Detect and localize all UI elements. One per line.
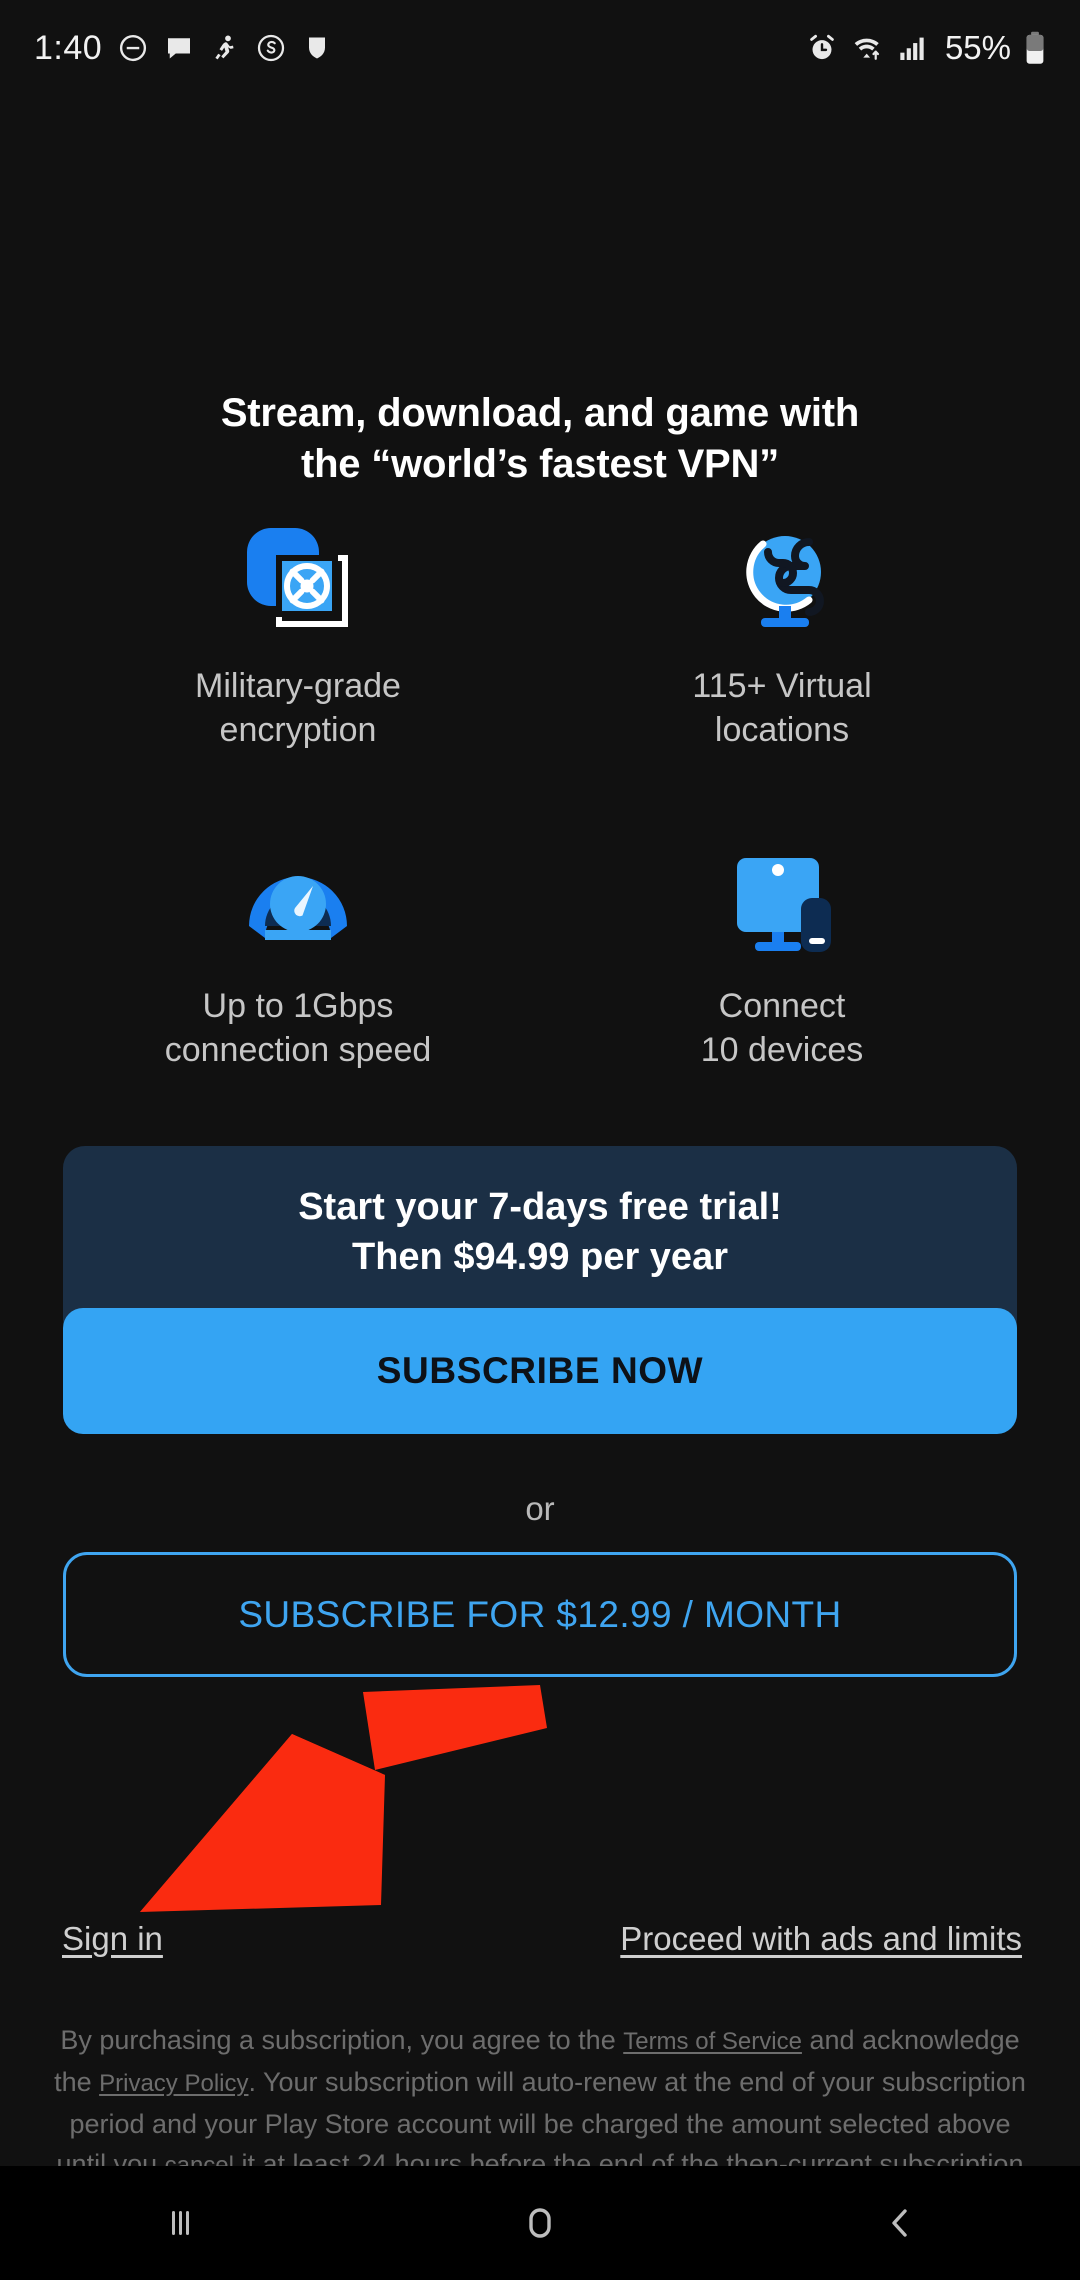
trial-offer-text: Start your 7-days free trial! Then $94.9… (0, 1182, 1080, 1282)
page-headline: Stream, download, and game with the “wor… (0, 388, 1080, 490)
s-circle-icon (256, 33, 286, 63)
message-bubble-icon (164, 33, 194, 63)
feature-label-line-1: Connect (718, 987, 846, 1025)
feature-speed-label: Up to 1Gbps connection speed (165, 984, 432, 1072)
sign-in-link[interactable]: Sign in (62, 1920, 163, 1958)
status-bar: 1:40 55% (0, 0, 1080, 96)
globe-locations-icon (712, 520, 852, 642)
alarm-icon (806, 32, 838, 64)
subscribe-now-button[interactable]: SUBSCRIBE NOW (63, 1308, 1017, 1434)
legal-part-1: By purchasing a subscription, you agree … (60, 2025, 624, 2055)
feature-label-line-2: locations (714, 711, 850, 749)
or-divider-label: or (525, 1490, 555, 1527)
feature-devices: Connect 10 devices (540, 840, 1024, 1072)
feature-locations-label: 115+ Virtual locations (692, 664, 871, 752)
feature-label-line-1: 115+ Virtual (692, 667, 872, 705)
wifi-icon (851, 32, 885, 64)
feature-label-line-2: 10 devices (700, 1031, 864, 1069)
headline-line-2: the “world’s fastest VPN” (300, 442, 780, 486)
cancel-link[interactable]: cancel (165, 2152, 234, 2166)
privacy-policy-link[interactable]: Privacy Policy (99, 2070, 248, 2097)
subscribe-monthly-button[interactable]: SUBSCRIBE FOR $12.99 / MONTH (63, 1552, 1017, 1677)
status-bar-right: 55% (806, 29, 1046, 67)
feature-grid: Military-grade encryption 115+ Virtual l… (56, 520, 1024, 1072)
battery-icon (1024, 31, 1046, 65)
feature-encryption-label: Military-grade encryption (195, 664, 401, 752)
trial-line-2: Then $94.99 per year (352, 1236, 728, 1278)
back-icon[interactable] (800, 2166, 1000, 2280)
feature-locations: 115+ Virtual locations (540, 520, 1024, 752)
headline-line-1: Stream, download, and game with (220, 391, 860, 435)
signal-bars-icon (898, 32, 928, 64)
shield-icon (302, 33, 332, 63)
feature-label-line-1: Military-grade (195, 667, 401, 705)
trial-line-1: Start your 7-days free trial! (298, 1186, 782, 1228)
runner-activity-icon (210, 33, 240, 63)
encryption-shield-icon (228, 520, 368, 642)
status-clock: 1:40 (34, 28, 103, 67)
recents-icon[interactable] (80, 2166, 280, 2280)
devices-icon (712, 840, 852, 962)
speedometer-icon (228, 840, 368, 962)
feature-encryption: Military-grade encryption (56, 520, 540, 752)
proceed-with-ads-link[interactable]: Proceed with ads and limits (620, 1920, 1022, 1958)
phone-screen: 1:40 55% Stream, download, and game with… (0, 0, 1080, 2280)
do-not-disturb-icon (118, 33, 148, 63)
home-icon[interactable] (440, 2166, 640, 2280)
system-navigation-bar (0, 2166, 1080, 2280)
battery-percent-label: 55% (944, 29, 1011, 66)
feature-devices-label: Connect 10 devices (701, 984, 864, 1072)
terms-of-service-link[interactable]: Terms of Service (623, 2028, 802, 2055)
feature-label-line-1: Up to 1Gbps (202, 987, 394, 1025)
feature-label-line-2: encryption (219, 711, 377, 749)
red-arrow-annotation-icon (100, 1650, 560, 1940)
status-bar-left: 1:40 (34, 29, 332, 68)
feature-speed: Up to 1Gbps connection speed (56, 840, 540, 1072)
legal-fine-print: By purchasing a subscription, you agree … (50, 2020, 1030, 2166)
feature-label-line-2: connection speed (164, 1031, 432, 1069)
